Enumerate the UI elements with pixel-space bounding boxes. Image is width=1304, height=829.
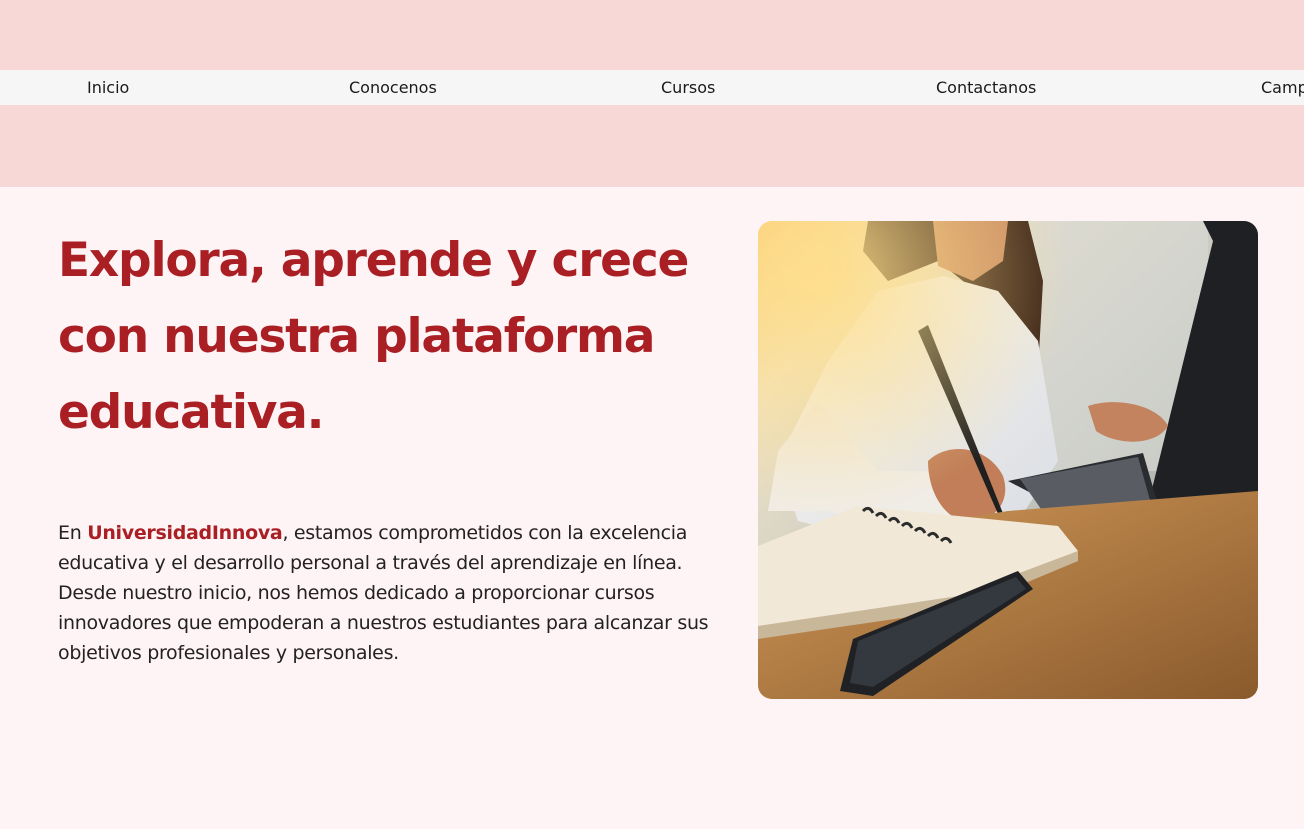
hero-intro: En UniversidadInnova, estamos comprometi… — [58, 518, 728, 668]
nav-item-cursos[interactable]: Cursos — [661, 70, 715, 105]
hero-section: Explora, aprende y crece con nuestra pla… — [0, 187, 1304, 829]
nav-item-conocenos[interactable]: Conocenos — [349, 70, 437, 105]
hero-image — [758, 221, 1258, 699]
nav-item-inicio[interactable]: Inicio — [87, 70, 129, 105]
nav-item-campus[interactable]: Campus — [1261, 70, 1304, 105]
main-nav: Inicio Conocenos Cursos Contactanos Camp… — [0, 70, 1304, 105]
brand-name: UniversidadInnova — [87, 522, 283, 544]
nav-item-contactanos[interactable]: Contactanos — [936, 70, 1036, 105]
intro-prefix: En — [58, 522, 88, 544]
hero-title: Explora, aprende y crece con nuestra pla… — [58, 233, 689, 440]
